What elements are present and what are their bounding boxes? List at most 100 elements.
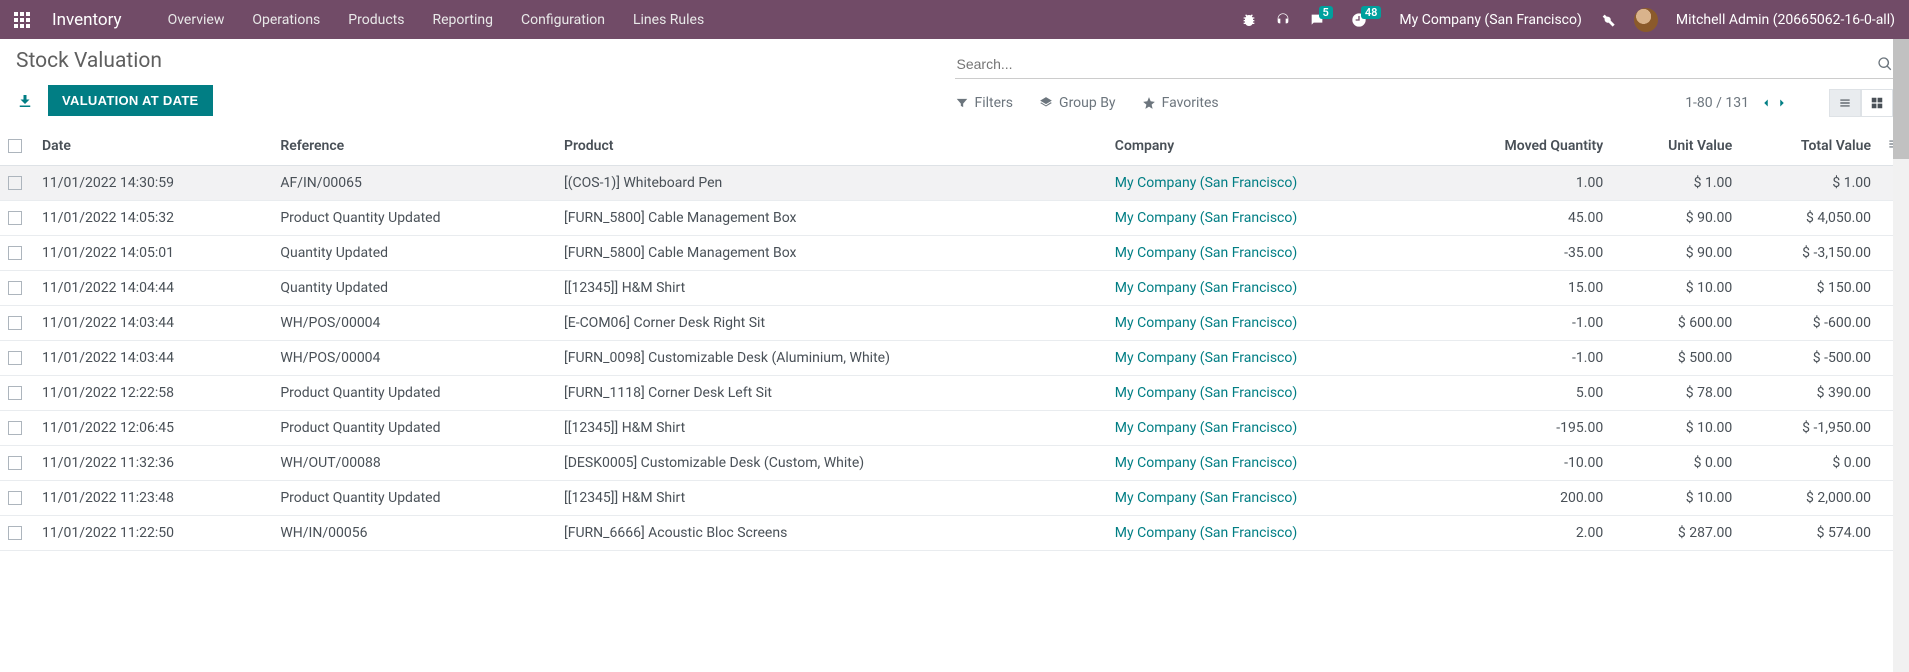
pager-text[interactable]: 1-80 / 131: [1685, 95, 1749, 111]
download-icon[interactable]: [16, 92, 34, 110]
row-checkbox[interactable]: [8, 386, 22, 400]
col-date[interactable]: Date: [34, 127, 272, 166]
cell-product: [[12345]] H&M Shirt: [556, 481, 1107, 516]
nav-overview[interactable]: Overview: [168, 12, 225, 28]
nav-configuration[interactable]: Configuration: [521, 12, 605, 28]
cell-moved-qty: -1.00: [1426, 306, 1611, 341]
cell-company[interactable]: My Company (San Francisco): [1107, 411, 1427, 446]
cell-reference: Product Quantity Updated: [272, 201, 556, 236]
view-switch: [1829, 89, 1893, 117]
favorites-button[interactable]: Favorites: [1142, 95, 1219, 111]
table-row[interactable]: 11/01/2022 14:03:44WH/POS/00004[FURN_009…: [0, 341, 1909, 376]
cell-total-value: $ 1.00: [1740, 166, 1879, 201]
group-by-button[interactable]: Group By: [1039, 95, 1116, 111]
cell-date: 11/01/2022 12:06:45: [34, 411, 272, 446]
cell-date: 11/01/2022 14:03:44: [34, 341, 272, 376]
cell-unit-value: $ 10.00: [1611, 411, 1740, 446]
col-product[interactable]: Product: [556, 127, 1107, 166]
search-icon[interactable]: [1877, 56, 1893, 72]
cell-total-value: $ -500.00: [1740, 341, 1879, 376]
cell-company[interactable]: My Company (San Francisco): [1107, 516, 1427, 551]
cell-company[interactable]: My Company (San Francisco): [1107, 166, 1427, 201]
cell-company[interactable]: My Company (San Francisco): [1107, 236, 1427, 271]
cell-product: [FURN_5800] Cable Management Box: [556, 236, 1107, 271]
cell-unit-value: $ 1.00: [1611, 166, 1740, 201]
valuation-at-date-button[interactable]: VALUATION AT DATE: [48, 85, 213, 116]
list-view-button[interactable]: [1829, 89, 1861, 117]
cell-product: [FURN_6666] Acoustic Bloc Screens: [556, 516, 1107, 551]
nav-lines-rules[interactable]: Lines Rules: [633, 12, 704, 28]
nav-products[interactable]: Products: [348, 12, 404, 28]
cell-unit-value: $ 287.00: [1611, 516, 1740, 551]
row-checkbox[interactable]: [8, 281, 22, 295]
control-zone: Stock Valuation VALUATION AT DATE Filter…: [0, 39, 1909, 121]
col-moved-qty[interactable]: Moved Quantity: [1426, 127, 1611, 166]
table-row[interactable]: 11/01/2022 11:23:48Product Quantity Upda…: [0, 481, 1909, 516]
pager: 1-80 / 131: [1685, 95, 1789, 111]
row-checkbox[interactable]: [8, 491, 22, 505]
cell-moved-qty: 5.00: [1426, 376, 1611, 411]
table-row[interactable]: 11/01/2022 14:05:32Product Quantity Upda…: [0, 201, 1909, 236]
col-unit-value[interactable]: Unit Value: [1611, 127, 1740, 166]
row-checkbox[interactable]: [8, 421, 22, 435]
scrollbar-thumb[interactable]: [1893, 39, 1909, 159]
cell-company[interactable]: My Company (San Francisco): [1107, 306, 1427, 341]
table-row[interactable]: 11/01/2022 12:22:58Product Quantity Upda…: [0, 376, 1909, 411]
cell-reference: Quantity Updated: [272, 236, 556, 271]
cell-date: 11/01/2022 11:23:48: [34, 481, 272, 516]
cell-unit-value: $ 0.00: [1611, 446, 1740, 481]
table-row[interactable]: 11/01/2022 11:22:50WH/IN/00056[FURN_6666…: [0, 516, 1909, 551]
search-wrap: [955, 49, 1894, 79]
filters-button[interactable]: Filters: [955, 95, 1014, 111]
col-reference[interactable]: Reference: [272, 127, 556, 166]
cell-company[interactable]: My Company (San Francisco): [1107, 481, 1427, 516]
table-row[interactable]: 11/01/2022 11:32:36WH/OUT/00088[DESK0005…: [0, 446, 1909, 481]
cell-moved-qty: 200.00: [1426, 481, 1611, 516]
avatar[interactable]: [1634, 8, 1658, 32]
user-name[interactable]: Mitchell Admin (20665062-16-0-all): [1676, 12, 1895, 28]
phone-icon[interactable]: [1275, 12, 1291, 28]
row-checkbox[interactable]: [8, 211, 22, 225]
table-row[interactable]: 11/01/2022 14:03:44WH/POS/00004[E-COM06]…: [0, 306, 1909, 341]
cell-reference: Quantity Updated: [272, 271, 556, 306]
scrollbar[interactable]: [1893, 39, 1909, 672]
cell-unit-value: $ 500.00: [1611, 341, 1740, 376]
pivot-view-button[interactable]: [1861, 89, 1893, 117]
row-checkbox[interactable]: [8, 351, 22, 365]
nav-operations[interactable]: Operations: [252, 12, 320, 28]
cell-company[interactable]: My Company (San Francisco): [1107, 271, 1427, 306]
tools-icon[interactable]: [1600, 12, 1616, 28]
cell-moved-qty: -35.00: [1426, 236, 1611, 271]
nav-menu: Overview Operations Products Reporting C…: [168, 12, 705, 28]
pager-next-icon[interactable]: [1775, 96, 1789, 110]
cell-company[interactable]: My Company (San Francisco): [1107, 376, 1427, 411]
table-row[interactable]: 11/01/2022 14:05:01Quantity Updated[FURN…: [0, 236, 1909, 271]
row-checkbox[interactable]: [8, 246, 22, 260]
cell-reference: Product Quantity Updated: [272, 411, 556, 446]
table-row[interactable]: 11/01/2022 14:04:44Quantity Updated[[123…: [0, 271, 1909, 306]
row-checkbox[interactable]: [8, 176, 22, 190]
pager-prev-icon[interactable]: [1759, 96, 1773, 110]
table-header-row: Date Reference Product Company Moved Qua…: [0, 127, 1909, 166]
table-row[interactable]: 11/01/2022 12:06:45Product Quantity Upda…: [0, 411, 1909, 446]
cell-company[interactable]: My Company (San Francisco): [1107, 341, 1427, 376]
toolbar-row: Filters Group By Favorites 1-80 / 131: [955, 89, 1894, 117]
col-total-value[interactable]: Total Value: [1740, 127, 1879, 166]
app-name[interactable]: Inventory: [52, 10, 122, 30]
topbar-right: 5 48 My Company (San Francisco) Mitchell…: [1241, 8, 1895, 32]
table-row[interactable]: 11/01/2022 14:30:59AF/IN/00065[(COS-1)] …: [0, 166, 1909, 201]
nav-reporting[interactable]: Reporting: [432, 12, 493, 28]
row-checkbox[interactable]: [8, 456, 22, 470]
company-name[interactable]: My Company (San Francisco): [1399, 12, 1581, 28]
row-checkbox[interactable]: [8, 316, 22, 330]
cell-company[interactable]: My Company (San Francisco): [1107, 446, 1427, 481]
bug-icon[interactable]: [1241, 12, 1257, 28]
select-all-checkbox[interactable]: [8, 139, 22, 153]
col-company[interactable]: Company: [1107, 127, 1427, 166]
search-input[interactable]: [955, 52, 1878, 76]
row-checkbox[interactable]: [8, 526, 22, 540]
cell-moved-qty: 1.00: [1426, 166, 1611, 201]
cell-reference: WH/POS/00004: [272, 306, 556, 341]
cell-company[interactable]: My Company (San Francisco): [1107, 201, 1427, 236]
apps-icon[interactable]: [14, 12, 30, 28]
